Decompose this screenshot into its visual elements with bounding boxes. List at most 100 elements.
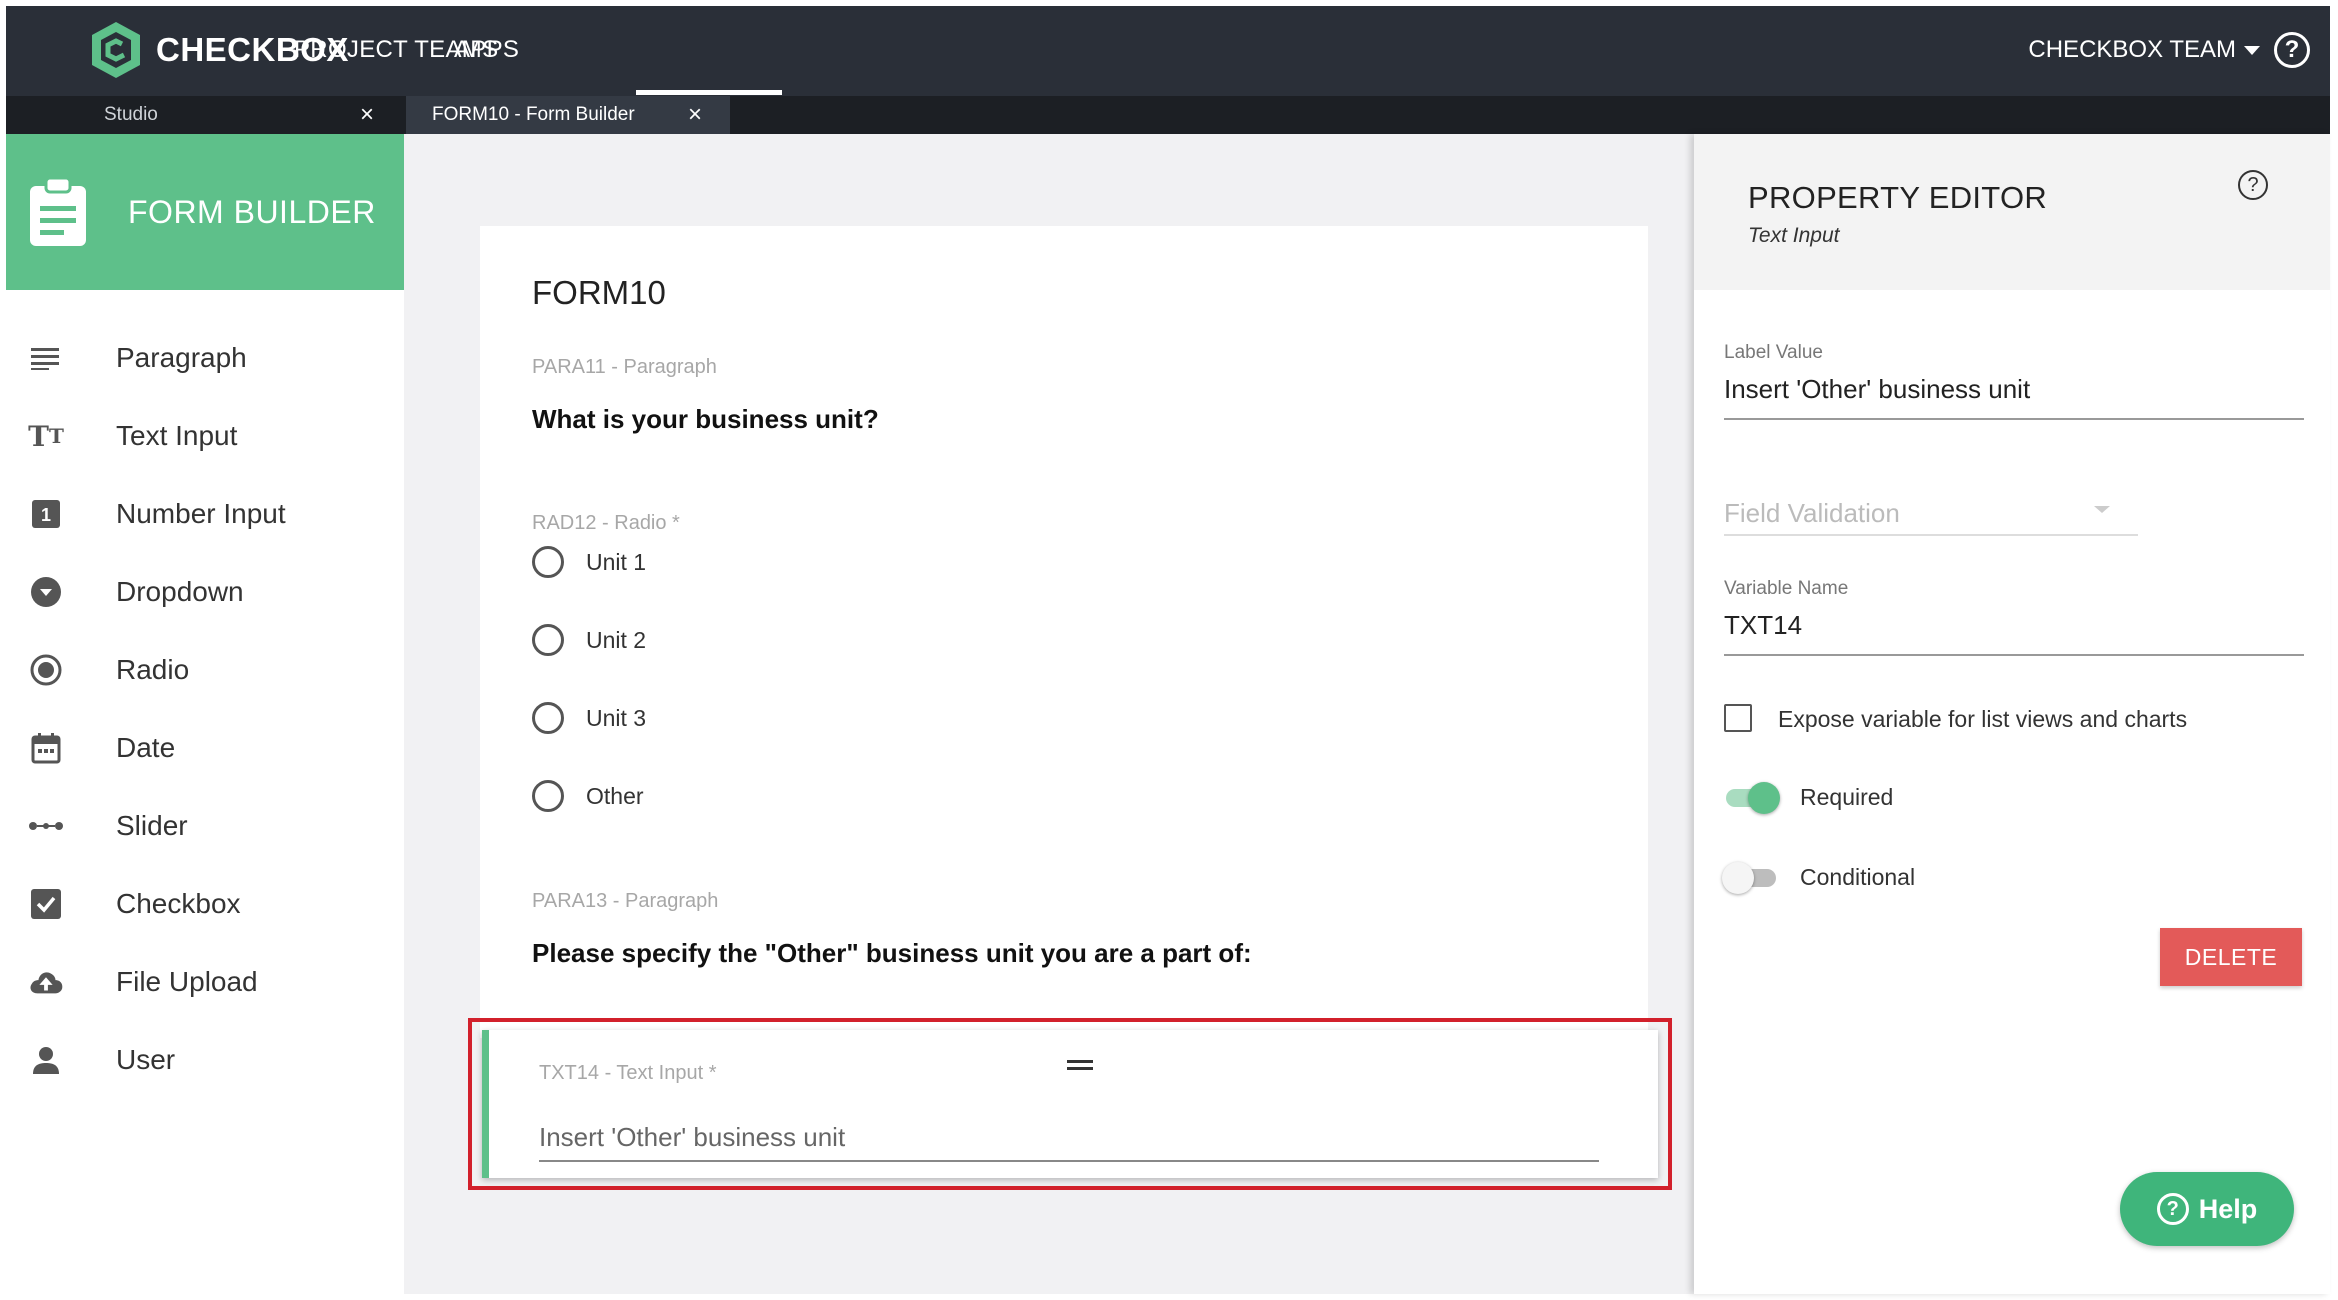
sidebar-item-label: Slider bbox=[116, 810, 188, 841]
sidebar-item-dropdown[interactable]: Dropdown bbox=[6, 562, 404, 622]
text-input-field-card[interactable]: TXT14 - Text Input * Insert 'Other' busi… bbox=[482, 1030, 1658, 1178]
radio-option[interactable]: Unit 3 bbox=[532, 702, 646, 734]
field-validation-underline bbox=[1724, 534, 2138, 536]
chevron-down-icon[interactable] bbox=[2094, 506, 2110, 513]
tab-label: FORM10 - Form Builder bbox=[432, 104, 635, 125]
team-switcher[interactable]: CHECKBOX TEAM bbox=[2028, 36, 2260, 64]
svg-text:1: 1 bbox=[41, 505, 51, 525]
required-label: Required bbox=[1800, 784, 1894, 810]
text-input-underline bbox=[539, 1160, 1599, 1162]
dropdown-icon bbox=[28, 574, 64, 610]
label-value-underline bbox=[1724, 418, 2304, 420]
radio-option-label: Unit 1 bbox=[586, 548, 647, 575]
radio-option-label: Other bbox=[586, 782, 644, 809]
label-value-label: Label Value bbox=[1724, 342, 1823, 363]
text-input-meta: TXT14 - Text Input * bbox=[539, 1062, 717, 1084]
sidebar-header: FORM BUILDER bbox=[6, 134, 404, 290]
paragraph-question[interactable]: Please specify the "Other" business unit… bbox=[532, 938, 1252, 969]
chevron-down-icon bbox=[2244, 45, 2260, 55]
sidebar-item-label: Date bbox=[116, 732, 176, 763]
toggle-knob bbox=[1748, 782, 1780, 814]
sidebar-item-user[interactable]: User bbox=[6, 1030, 404, 1090]
sidebar: FORM BUILDER Paragraph TT Text Input 1 N… bbox=[6, 134, 404, 1294]
expose-variable-label: Expose variable for list views and chart… bbox=[1778, 706, 2188, 732]
close-icon[interactable]: × bbox=[360, 101, 374, 129]
property-editor-panel: PROPERTY EDITOR Text Input ? Label Value… bbox=[1694, 134, 2330, 1294]
delete-button[interactable]: DELETE bbox=[2160, 928, 2302, 986]
help-button-label: Help bbox=[2198, 1193, 2258, 1224]
help-icon[interactable]: ? bbox=[2274, 32, 2310, 68]
sidebar-item-text-input[interactable]: TT Text Input bbox=[6, 406, 404, 466]
sidebar-item-label: Radio bbox=[116, 654, 190, 685]
radio-option-label: Unit 3 bbox=[586, 704, 647, 731]
selected-field-highlight: TXT14 - Text Input * Insert 'Other' busi… bbox=[468, 1018, 1672, 1190]
conditional-toggle[interactable] bbox=[1722, 860, 1780, 896]
nav-apps[interactable]: APPS bbox=[454, 36, 519, 64]
form-card: FORM10 PARA11 - Paragraph What is your b… bbox=[480, 226, 1648, 1038]
text-input-placeholder[interactable]: Insert 'Other' business unit bbox=[539, 1122, 845, 1153]
sidebar-item-date[interactable]: Date bbox=[6, 718, 404, 778]
radio-icon bbox=[28, 652, 64, 688]
sidebar-item-paragraph[interactable]: Paragraph bbox=[6, 328, 404, 388]
help-button[interactable]: ? Help bbox=[2120, 1172, 2294, 1246]
radio-button[interactable] bbox=[532, 624, 564, 656]
label-value-input[interactable]: Insert 'Other' business unit bbox=[1724, 374, 2030, 405]
variable-name-underline bbox=[1724, 654, 2304, 656]
paragraph-meta: PARA11 - Paragraph bbox=[532, 356, 717, 378]
sidebar-item-label: User bbox=[116, 1044, 176, 1075]
expose-variable-checkbox[interactable] bbox=[1724, 704, 1752, 732]
sidebar-item-label: Paragraph bbox=[116, 342, 247, 373]
active-nav-indicator bbox=[636, 90, 782, 95]
sidebar-title: FORM BUILDER bbox=[128, 193, 376, 230]
radio-option[interactable]: Unit 2 bbox=[532, 624, 646, 656]
sidebar-item-checkbox[interactable]: Checkbox bbox=[6, 874, 404, 934]
radio-option[interactable]: Other bbox=[532, 780, 644, 812]
text-input-icon: TT bbox=[28, 419, 64, 453]
radio-button[interactable] bbox=[532, 546, 564, 578]
help-icon[interactable]: ? bbox=[2238, 170, 2268, 200]
close-icon[interactable]: × bbox=[688, 101, 702, 129]
number-input-icon: 1 bbox=[28, 496, 64, 532]
form-canvas: FORM10 PARA11 - Paragraph What is your b… bbox=[404, 134, 1694, 1294]
tab-studio[interactable]: Studio × bbox=[6, 96, 402, 134]
radio-button[interactable] bbox=[532, 702, 564, 734]
radio-option[interactable]: Unit 1 bbox=[532, 546, 646, 578]
sidebar-item-label: Dropdown bbox=[116, 576, 244, 607]
field-validation-select[interactable]: Field Validation bbox=[1724, 498, 1900, 529]
tab-label: Studio bbox=[104, 104, 158, 125]
user-icon bbox=[28, 1042, 64, 1078]
tab-bar: Studio × FORM10 - Form Builder × bbox=[6, 96, 2330, 134]
top-nav-bar: CHECKBOX PROJECT TEAMS APPS CHECKBOX TEA… bbox=[6, 6, 2330, 96]
clipboard-icon bbox=[30, 176, 86, 246]
form-title: FORM10 bbox=[532, 274, 666, 311]
paragraph-question[interactable]: What is your business unit? bbox=[532, 404, 879, 435]
paragraph-meta: PARA13 - Paragraph bbox=[532, 890, 719, 912]
slider-icon bbox=[28, 808, 64, 844]
sidebar-item-label: Number Input bbox=[116, 498, 286, 529]
drag-handle-icon[interactable] bbox=[1067, 1060, 1093, 1070]
cloud-upload-icon bbox=[28, 964, 64, 1000]
variable-name-label: Variable Name bbox=[1724, 578, 1849, 599]
radio-meta: RAD12 - Radio * bbox=[532, 512, 680, 534]
sidebar-item-file-upload[interactable]: File Upload bbox=[6, 952, 404, 1012]
help-icon: ? bbox=[2156, 1193, 2189, 1225]
checkbox-logo-icon bbox=[92, 22, 140, 78]
sidebar-item-label: File Upload bbox=[116, 966, 258, 997]
required-toggle[interactable] bbox=[1722, 780, 1780, 816]
radio-option-label: Unit 2 bbox=[586, 626, 647, 653]
variable-name-input[interactable]: TXT14 bbox=[1724, 610, 1802, 641]
checkbox-icon bbox=[28, 886, 64, 922]
property-editor-title: PROPERTY EDITOR bbox=[1748, 180, 2048, 215]
sidebar-item-number-input[interactable]: 1 Number Input bbox=[6, 484, 404, 544]
property-editor-header: PROPERTY EDITOR Text Input ? bbox=[1694, 134, 2330, 290]
paragraph-icon bbox=[28, 340, 64, 376]
sidebar-item-label: Text Input bbox=[116, 420, 238, 451]
sidebar-item-slider[interactable]: Slider bbox=[6, 796, 404, 856]
team-name: CHECKBOX TEAM bbox=[2028, 36, 2236, 63]
property-editor-subtitle: Text Input bbox=[1748, 224, 1840, 247]
sidebar-item-label: Checkbox bbox=[116, 888, 241, 919]
conditional-label: Conditional bbox=[1800, 864, 1916, 890]
tab-form-builder[interactable]: FORM10 - Form Builder × bbox=[406, 96, 730, 134]
radio-button[interactable] bbox=[532, 780, 564, 812]
sidebar-item-radio[interactable]: Radio bbox=[6, 640, 404, 700]
